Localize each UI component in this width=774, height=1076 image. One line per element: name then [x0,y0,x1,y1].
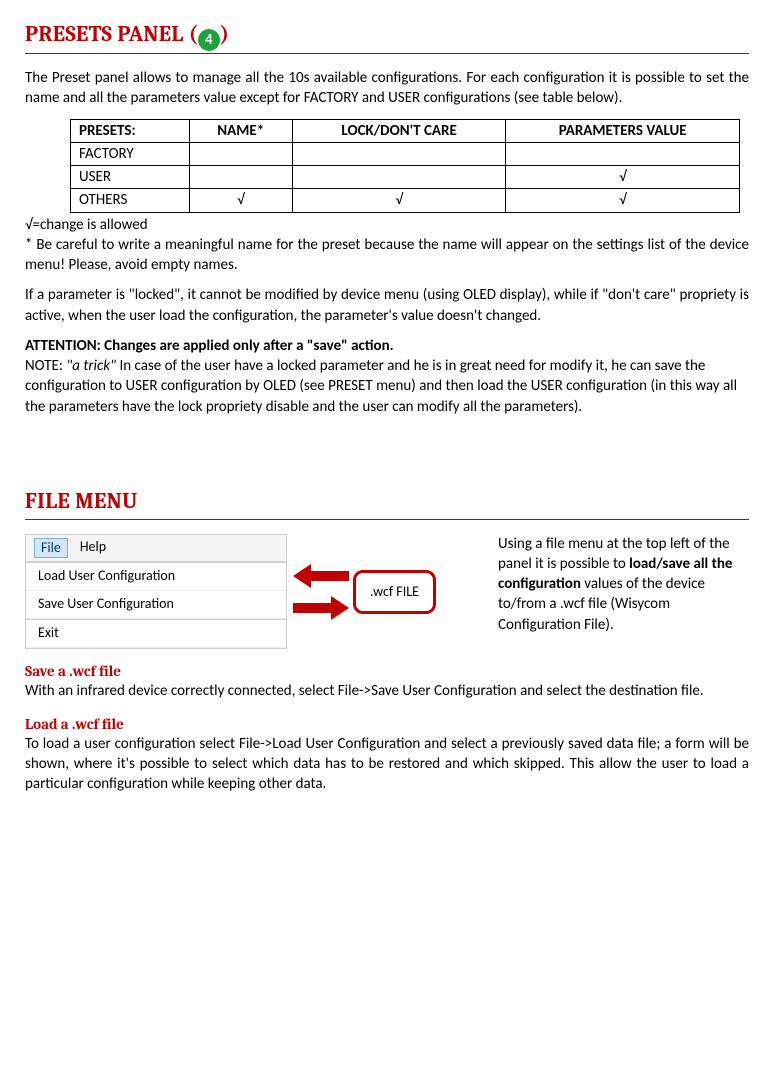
note-label: NOTE: [25,357,66,375]
presets-panel-heading: PRESETS PANEL (4) [25,20,749,54]
menu-box: File Help Load User Configuration Save U… [25,534,287,650]
legend-check: √=change is allowed [25,215,749,235]
cell: √ [189,189,292,212]
legend-name-note: * Be careful to write a meaningful name … [25,235,749,276]
cell: OTHERS [71,189,190,212]
menu-item-load[interactable]: Load User Configuration [26,563,286,591]
th-presets: PRESETS: [71,119,190,142]
file-menu-heading: FILE MENU [25,487,749,520]
th-lock: LOCK/DON'T CARE [292,119,506,142]
save-wcf-heading: Save a .wcf file [25,661,749,681]
table-row: OTHERS √ √ √ [71,189,740,212]
cell [506,142,740,165]
cell [189,166,292,189]
th-params: PARAMETERS VALUE [506,119,740,142]
cell: USER [71,166,190,189]
locked-paragraph: If a parameter is "locked", it cannot be… [25,285,749,326]
menu-item-save[interactable]: Save User Configuration [26,591,286,619]
attention-label: ATTENTION: Changes are applied only afte… [25,337,394,355]
cell: √ [506,189,740,212]
menu-item-exit[interactable]: Exit [26,620,286,648]
table-header-row: PRESETS: NAME* LOCK/DON'T CARE PARAMETER… [71,119,740,142]
cell [189,142,292,165]
menu-dropdown: Load User Configuration Save User Config… [26,562,286,648]
cell: √ [292,189,506,212]
menu-file[interactable]: File [34,538,68,559]
cell: FACTORY [71,142,190,165]
file-menu-row: File Help Load User Configuration Save U… [25,534,749,650]
table-row: FACTORY [71,142,740,165]
load-wcf-paragraph: To load a user configuration select File… [25,734,749,795]
heading-text-pre: PRESETS PANEL ( [25,21,198,47]
cell [292,142,506,165]
cell [292,166,506,189]
menu-bar: File Help [26,535,286,563]
attention-note: ATTENTION: Changes are applied only afte… [25,336,749,417]
load-wcf-heading: Load a .wcf file [25,714,749,734]
presets-table: PRESETS: NAME* LOCK/DON'T CARE PARAMETER… [70,119,740,213]
note-body: In case of the user have a locked parame… [25,357,737,416]
cell: √ [506,166,740,189]
file-menu-graphic: File Help Load User Configuration Save U… [25,534,480,650]
file-menu-description: Using a file menu at the top left of the… [498,534,749,635]
save-wcf-paragraph: With an infrared device correctly connec… [25,681,749,701]
badge-4-icon: 4 [198,29,220,51]
arrows-icon [293,560,349,624]
wcf-file-box: .wcf FILE [353,570,436,615]
menu-help[interactable]: Help [80,538,106,559]
table-row: USER √ [71,166,740,189]
heading-text-post: ) [220,21,229,47]
presets-intro: The Preset panel allows to manage all th… [25,68,749,109]
note-trick: "a trick" [66,357,116,375]
th-name: NAME* [189,119,292,142]
